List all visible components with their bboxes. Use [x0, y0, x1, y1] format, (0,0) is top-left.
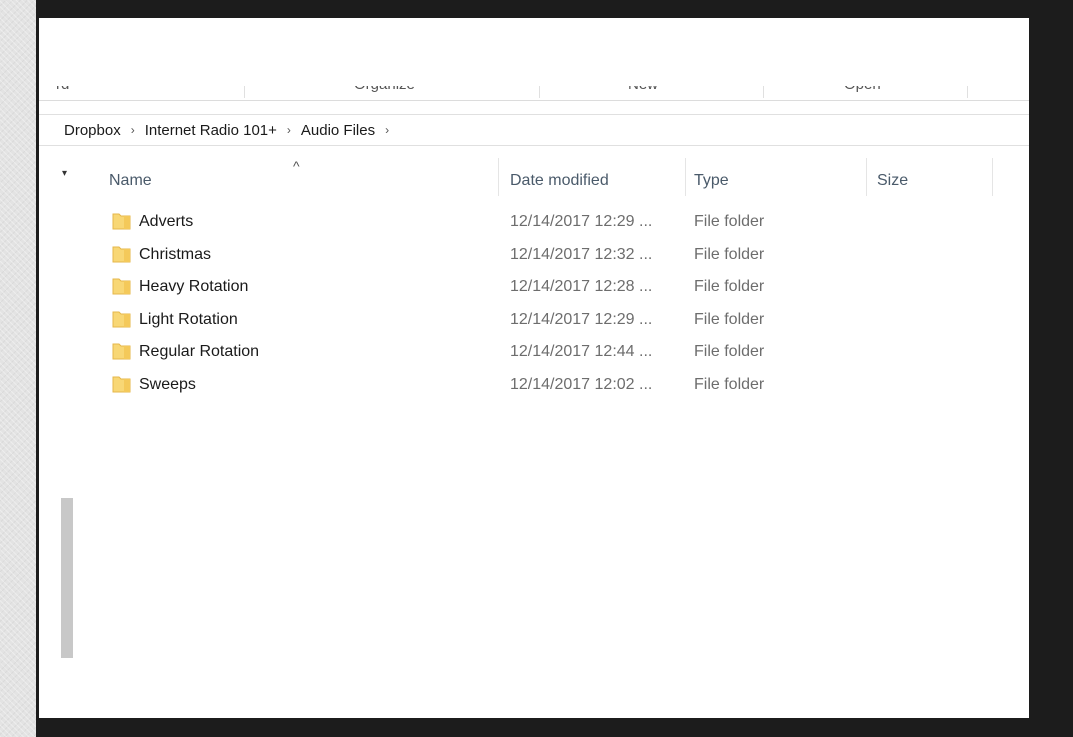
folder-name: Christmas: [139, 245, 212, 263]
column-header-type[interactable]: Type: [694, 172, 729, 190]
ribbon-crop-edge: [39, 76, 1029, 86]
sort-ascending-icon[interactable]: ^: [293, 158, 300, 174]
list-item[interactable]: Heavy Rotation 12/14/2017 12:28 ... File…: [39, 272, 1029, 305]
folder-icon: [112, 246, 131, 262]
column-divider[interactable]: [685, 158, 686, 196]
file-list: Adverts 12/14/2017 12:29 ... File folder…: [39, 207, 1029, 402]
date-modified: 12/14/2017 12:02 ...: [510, 375, 653, 393]
folder-icon: [112, 213, 131, 230]
date-modified: 12/14/2017 12:29 ...: [510, 213, 653, 230]
ribbon-groups: rd Organize New Open: [39, 76, 1029, 102]
breadcrumb: Dropbox › Internet Radio 101+ › Audio Fi…: [39, 114, 1029, 146]
item-type: File folder: [694, 278, 765, 295]
chevron-right-icon[interactable]: ›: [287, 123, 291, 137]
list-item[interactable]: Light Rotation 12/14/2017 12:29 ... File…: [39, 305, 1029, 338]
folder-icon: [112, 343, 131, 360]
folder-icon: [112, 278, 131, 295]
column-divider[interactable]: [866, 158, 867, 196]
list-item[interactable]: Adverts 12/14/2017 12:29 ... File folder: [39, 207, 1029, 240]
column-header-name[interactable]: Name: [109, 172, 152, 190]
folder-icon: [112, 311, 131, 327]
ribbon-divider: [39, 100, 1029, 101]
folder-name: Sweeps: [139, 375, 196, 393]
item-type: File folder: [694, 310, 765, 328]
folder-icon: [112, 376, 131, 392]
column-divider[interactable]: [498, 158, 499, 196]
breadcrumb-item-internet-radio[interactable]: Internet Radio 101+: [145, 122, 277, 139]
nav-pane-scrollbar[interactable]: [61, 498, 73, 658]
breadcrumb-item-audio-files[interactable]: Audio Files: [301, 122, 375, 139]
item-type: File folder: [694, 213, 765, 230]
list-item[interactable]: Sweeps 12/14/2017 12:02 ... File folder: [39, 370, 1029, 403]
folder-name: Light Rotation: [139, 310, 238, 328]
column-header-date-modified[interactable]: Date modified: [510, 172, 609, 190]
screen-frame: rd Organize New Open Dropbox › Internet …: [36, 0, 1073, 737]
item-type: File folder: [694, 375, 765, 393]
column-headers: ^ Name Date modified Type Size: [39, 158, 1029, 198]
item-type: File folder: [694, 245, 765, 263]
list-item[interactable]: Christmas 12/14/2017 12:32 ... File fold…: [39, 240, 1029, 273]
folder-name: Regular Rotation: [139, 343, 260, 360]
folder-name: Adverts: [139, 213, 194, 230]
file-explorer-window: rd Organize New Open Dropbox › Internet …: [39, 18, 1029, 718]
folder-name: Heavy Rotation: [139, 278, 249, 295]
chevron-right-icon[interactable]: ›: [385, 123, 389, 137]
chevron-right-icon[interactable]: ›: [131, 123, 135, 137]
date-modified: 12/14/2017 12:32 ...: [510, 245, 653, 263]
breadcrumb-item-dropbox[interactable]: Dropbox: [64, 122, 121, 139]
date-modified: 12/14/2017 12:44 ...: [510, 343, 653, 360]
item-type: File folder: [694, 343, 765, 360]
column-header-size[interactable]: Size: [877, 172, 908, 190]
list-item[interactable]: Regular Rotation 12/14/2017 12:44 ... Fi…: [39, 337, 1029, 370]
column-divider[interactable]: [992, 158, 993, 196]
date-modified: 12/14/2017 12:29 ...: [510, 310, 653, 328]
date-modified: 12/14/2017 12:28 ...: [510, 278, 653, 295]
